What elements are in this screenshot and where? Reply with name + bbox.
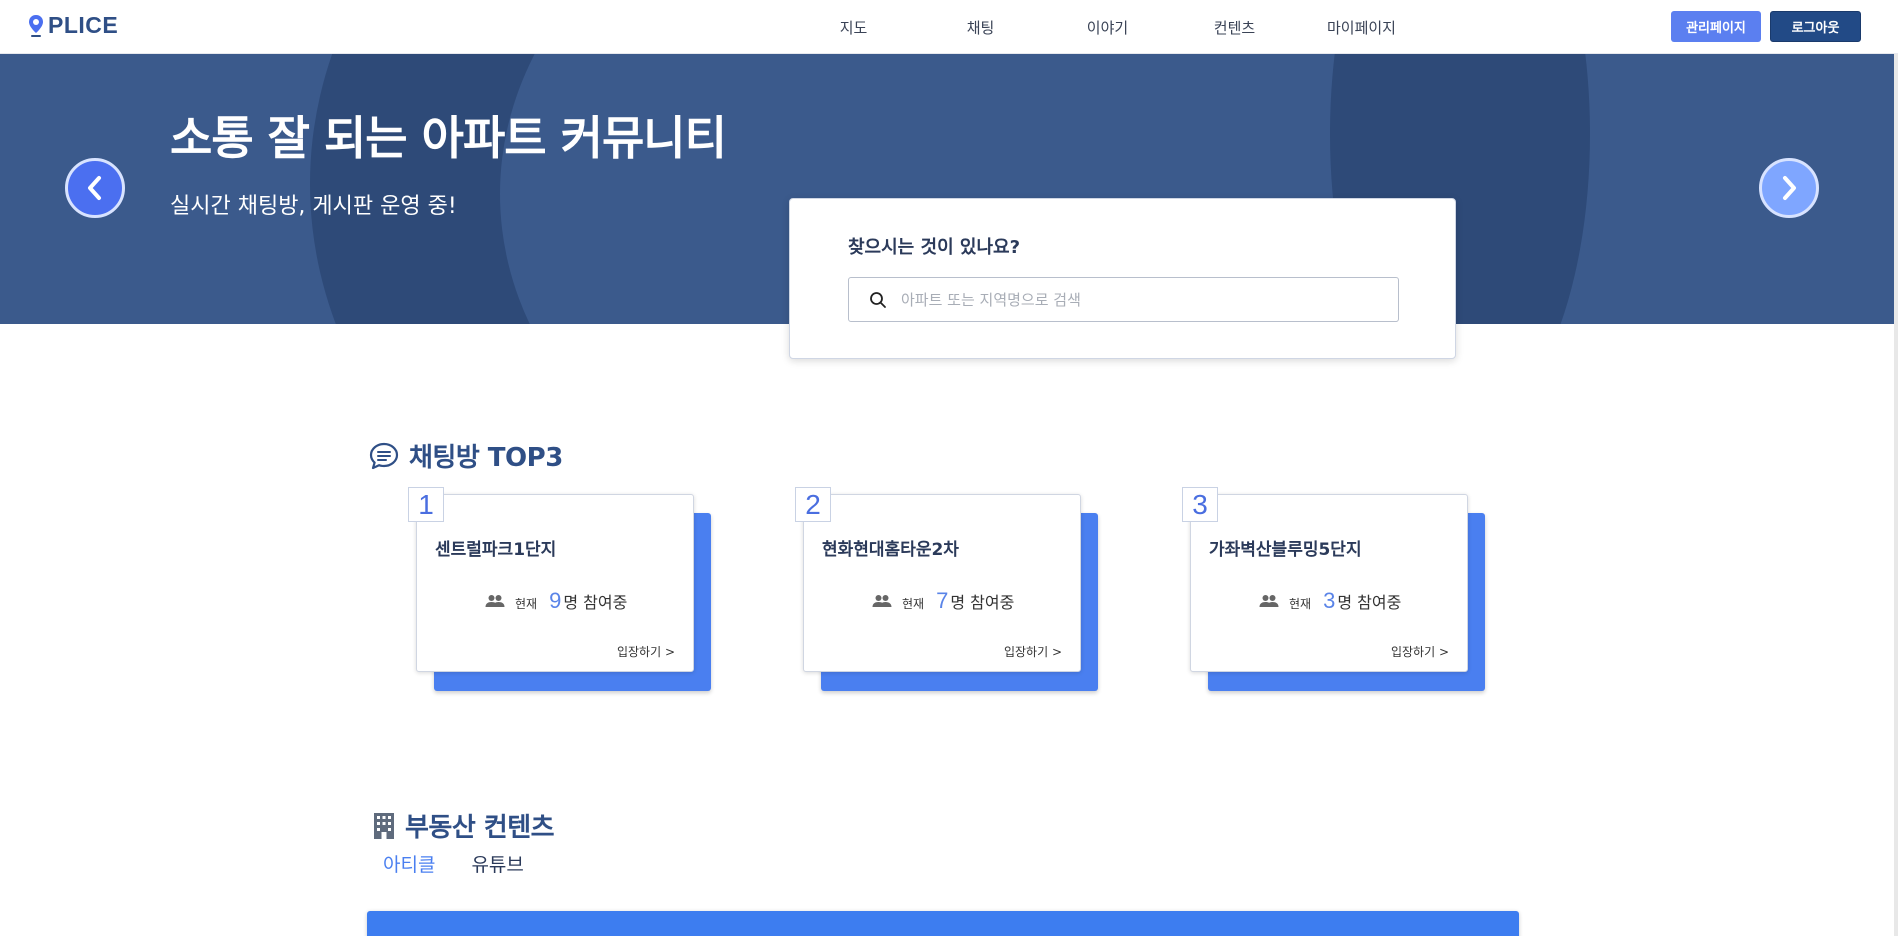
content-carousel <box>367 911 1519 936</box>
nav-item-map[interactable]: 지도 <box>790 17 917 38</box>
map-pin-icon <box>29 14 43 37</box>
participant-count: 현재 3 명 참여중 <box>1259 588 1401 614</box>
logout-button[interactable]: 로그아웃 <box>1770 11 1861 42</box>
nav-item-story[interactable]: 이야기 <box>1044 17 1171 38</box>
next-slide-button[interactable] <box>1759 158 1819 218</box>
search-title: 찾으시는 것이 있나요? <box>848 237 1021 258</box>
participant-suffix: 명 참여중 <box>950 593 1015 612</box>
chat-room-card[interactable]: 현화현대홈타운2차 현재 7 명 참여중 입장하기 > 2 <box>795 487 1103 693</box>
page: PLICE 지도 채팅 이야기 컨텐츠 마이페이지 관리페이지 로그아웃 소통 … <box>0 0 1898 936</box>
chat-top3-heading: 채팅방 TOP3 <box>369 437 563 474</box>
enter-room-link[interactable]: 입장하기 > <box>1391 643 1449 660</box>
room-name: 가좌벽산블루밍5단지 <box>1209 540 1362 560</box>
main-nav: 지도 채팅 이야기 컨텐츠 마이페이지 <box>790 0 1425 54</box>
participant-label: 현재 <box>515 597 538 611</box>
logo[interactable]: PLICE <box>28 12 118 39</box>
hero-subtitle: 실시간 채팅방, 게시판 운영 중! <box>170 194 457 219</box>
enter-room-link[interactable]: 입장하기 > <box>1004 643 1062 660</box>
search-icon <box>870 291 886 308</box>
search-box[interactable] <box>848 277 1399 322</box>
search-card: 찾으시는 것이 있나요? <box>789 198 1456 359</box>
tab-youtube[interactable]: 유튜브 <box>471 850 523 877</box>
logo-text: PLICE <box>48 12 119 38</box>
room-name: 센트럴파크1단지 <box>435 540 557 560</box>
participant-label: 현재 <box>1289 597 1312 611</box>
room-name: 현화현대홈타운2차 <box>822 540 959 560</box>
card-body: 센트럴파크1단지 현재 9 명 참여중 입장하기 > <box>416 494 694 672</box>
chat-top3-title: 채팅방 TOP3 <box>409 443 563 473</box>
users-icon <box>1259 595 1279 607</box>
participant-number: 3 <box>1323 588 1336 613</box>
card-body: 가좌벽산블루밍5단지 현재 3 명 참여중 입장하기 > <box>1190 494 1468 672</box>
rank-badge: 2 <box>795 487 831 522</box>
content-tabs: 아티클 유튜브 <box>383 850 524 877</box>
building-icon <box>374 812 394 839</box>
search-input[interactable] <box>901 290 1381 309</box>
realestate-contents-title: 부동산 컨텐츠 <box>405 813 555 843</box>
users-icon <box>872 595 892 607</box>
scrollbar[interactable] <box>1894 0 1898 936</box>
participant-suffix: 명 참여중 <box>563 593 628 612</box>
enter-room-link[interactable]: 입장하기 > <box>617 643 675 660</box>
prev-slide-button[interactable] <box>65 158 125 218</box>
nav-item-mypage[interactable]: 마이페이지 <box>1298 17 1425 38</box>
card-body: 현화현대홈타운2차 현재 7 명 참여중 입장하기 > <box>803 494 1081 672</box>
participant-label: 현재 <box>902 597 925 611</box>
participant-suffix: 명 참여중 <box>1337 593 1402 612</box>
chevron-left-icon <box>88 176 101 200</box>
rank-badge: 3 <box>1182 487 1218 522</box>
admin-page-button[interactable]: 관리페이지 <box>1671 11 1761 42</box>
nav-item-contents[interactable]: 컨텐츠 <box>1171 17 1298 38</box>
hero-title: 소통 잘 되는 아파트 커뮤니티 <box>170 111 727 165</box>
chat-room-card[interactable]: 가좌벽산블루밍5단지 현재 3 명 참여중 입장하기 > 3 <box>1182 487 1490 693</box>
tab-article[interactable]: 아티클 <box>383 850 435 877</box>
participant-number: 7 <box>936 588 949 613</box>
chevron-right-icon <box>1783 176 1796 200</box>
rank-badge: 1 <box>408 487 444 522</box>
participant-count: 현재 7 명 참여중 <box>872 588 1014 614</box>
nav-item-chat[interactable]: 채팅 <box>917 17 1044 38</box>
users-icon <box>485 595 505 607</box>
realestate-contents-heading: 부동산 컨텐츠 <box>373 807 555 844</box>
chat-room-card[interactable]: 센트럴파크1단지 현재 9 명 참여중 입장하기 > 1 <box>408 487 716 693</box>
top-header: PLICE 지도 채팅 이야기 컨텐츠 마이페이지 관리페이지 로그아웃 <box>0 0 1898 54</box>
chat-bubble-icon <box>369 442 399 469</box>
participant-count: 현재 9 명 참여중 <box>485 588 627 614</box>
participant-number: 9 <box>549 588 562 613</box>
